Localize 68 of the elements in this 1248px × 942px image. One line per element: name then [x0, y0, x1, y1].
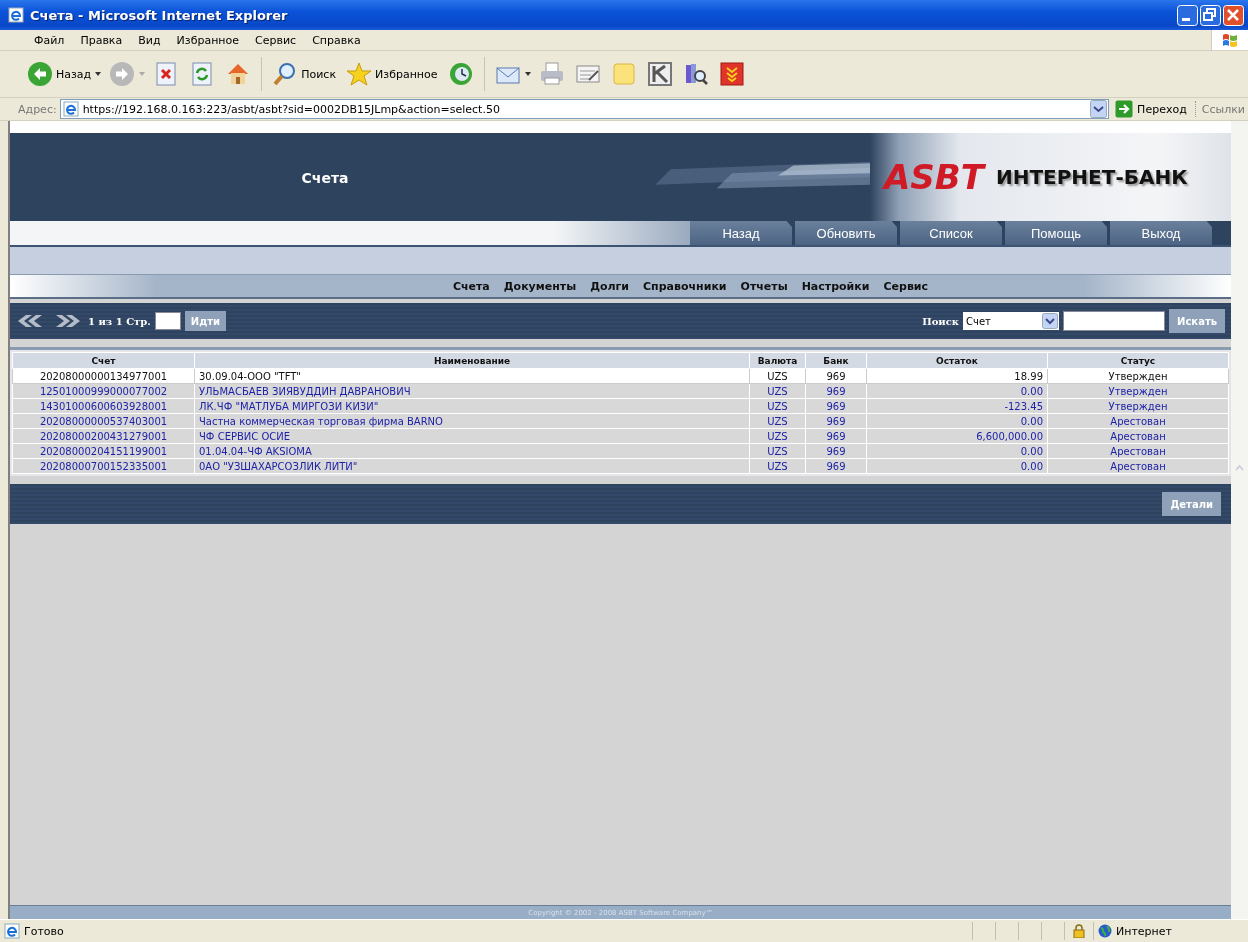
close-button[interactable] — [1223, 4, 1244, 26]
nav-link[interactable]: Сервис — [883, 279, 929, 293]
lock-icon — [1072, 924, 1086, 938]
note-icon — [610, 61, 637, 87]
asbt-logo: ASBT — [881, 156, 987, 199]
star-icon — [346, 61, 373, 87]
url-text: https://192.168.0.163:223/asbt/asbt?sid=0002DB15JLmp&action=select.50 — [82, 102, 501, 116]
action-tab[interactable]: Выход — [1110, 221, 1215, 245]
menu-item[interactable]: Файл — [26, 33, 73, 47]
globe-icon — [1098, 924, 1112, 938]
vertical-scrollbar[interactable] — [1231, 121, 1248, 919]
table-row[interactable]: 20208000200431279001 ЧФ СЕРВИС ОСИЕ UZS 969 6,600,000.00 Арестован — [12, 428, 1229, 444]
go-button[interactable]: Переход — [1109, 100, 1195, 118]
address-label: Адрес: — [18, 102, 57, 116]
restore-button[interactable] — [1200, 4, 1221, 26]
logo-subtitle: ИНТЕРНЕТ-БАНК — [995, 165, 1188, 189]
column-header[interactable]: Остаток — [866, 352, 1048, 369]
table-row[interactable]: 14301000600603928001 ЛК.ЧФ "МАТЛУБА МИРГОЗИ КИЗИ" UZS 969 -123.45 Утвержден — [12, 398, 1229, 414]
action-tab[interactable]: Помощь — [1005, 221, 1110, 245]
links-label[interactable]: Ссылки — [1196, 102, 1248, 116]
window-title: Счета - Microsoft Internet Explorer — [30, 7, 289, 23]
search-type-dropdown[interactable]: Счет — [963, 312, 1060, 330]
column-header[interactable]: Банк — [805, 352, 867, 369]
page-number-field[interactable] — [154, 312, 181, 330]
menu-item[interactable]: Справка — [304, 33, 369, 47]
column-header[interactable]: Счет — [12, 352, 195, 369]
nav-link[interactable]: Настройки — [801, 279, 870, 293]
table-row[interactable]: 20208000000134977001 30.09.04-ООО "TFT" UZS 969 18.99 Утвержден — [12, 368, 1229, 384]
nav-link[interactable]: Счета — [452, 279, 490, 293]
table-row[interactable]: 20208000700152335001 0АО "УЗШАХАРСОЗЛИК ЛИТИ" UZS 969 0.00 Арестован — [12, 458, 1229, 474]
caret-icon[interactable] — [523, 71, 532, 77]
address-field[interactable]: https://192.168.0.163:223/asbt/asbt?sid=0002DB15JLmp&action=select.50 — [59, 99, 1110, 119]
nav-link[interactable]: Долги — [590, 279, 630, 293]
caret-icon[interactable] — [94, 71, 103, 77]
nav-link[interactable]: Отчеты — [740, 279, 788, 293]
column-header[interactable]: Статус — [1047, 352, 1229, 369]
minimize-button[interactable] — [1177, 4, 1198, 26]
table-row[interactable]: 12501000999000077002 УЛЬМАСБАЕВ ЗИЯВУДДИН ДАВРАНОВИЧ UZS 969 0.00 Утвержден — [12, 383, 1229, 399]
history-clock-icon — [447, 61, 474, 87]
ie-page-icon — [4, 923, 20, 939]
action-tab[interactable]: Обновить — [795, 221, 900, 245]
favorites-button[interactable]: Избранное — [343, 59, 441, 89]
column-header[interactable]: Наименование — [194, 352, 750, 369]
search-field[interactable] — [1063, 311, 1166, 331]
k-square-icon — [646, 61, 673, 87]
page-title: Счета — [301, 169, 349, 186]
table-row[interactable]: 20208000000537403001 Частна коммерческая торговая фирма BARNO UZS 969 0.00 Арестован — [12, 413, 1229, 429]
back-button[interactable]: Назад — [24, 59, 95, 89]
menu-item[interactable]: Избранное — [168, 33, 248, 47]
column-header[interactable]: Валюта — [749, 352, 806, 369]
status-text: Готово — [24, 924, 64, 938]
page-icon — [62, 101, 79, 117]
security-zone: Интернет — [1116, 924, 1172, 938]
search-button[interactable]: Поиск — [269, 59, 340, 89]
nav-link[interactable]: Документы — [503, 279, 577, 293]
menu-item[interactable]: Вид — [130, 33, 169, 47]
printer-icon — [538, 61, 565, 87]
menu-item[interactable]: Правка — [72, 33, 131, 47]
search-label: Поиск — [922, 315, 960, 327]
download-chevrons-icon — [718, 61, 745, 87]
table-row[interactable]: 20208000204151199001 01.04.04-ЧФ AKSIOMA UZS 969 0.00 Арестован — [12, 443, 1229, 459]
page-count: 1 из 1 Стр. — [88, 315, 151, 327]
menu-item[interactable]: Сервис — [247, 33, 305, 47]
action-tab[interactable]: Назад — [690, 221, 795, 245]
action-tab[interactable]: Список — [900, 221, 1005, 245]
windows-flag-icon — [1221, 31, 1239, 49]
ie-logo-icon — [8, 7, 24, 23]
nav-link[interactable]: Справочники — [643, 279, 727, 293]
